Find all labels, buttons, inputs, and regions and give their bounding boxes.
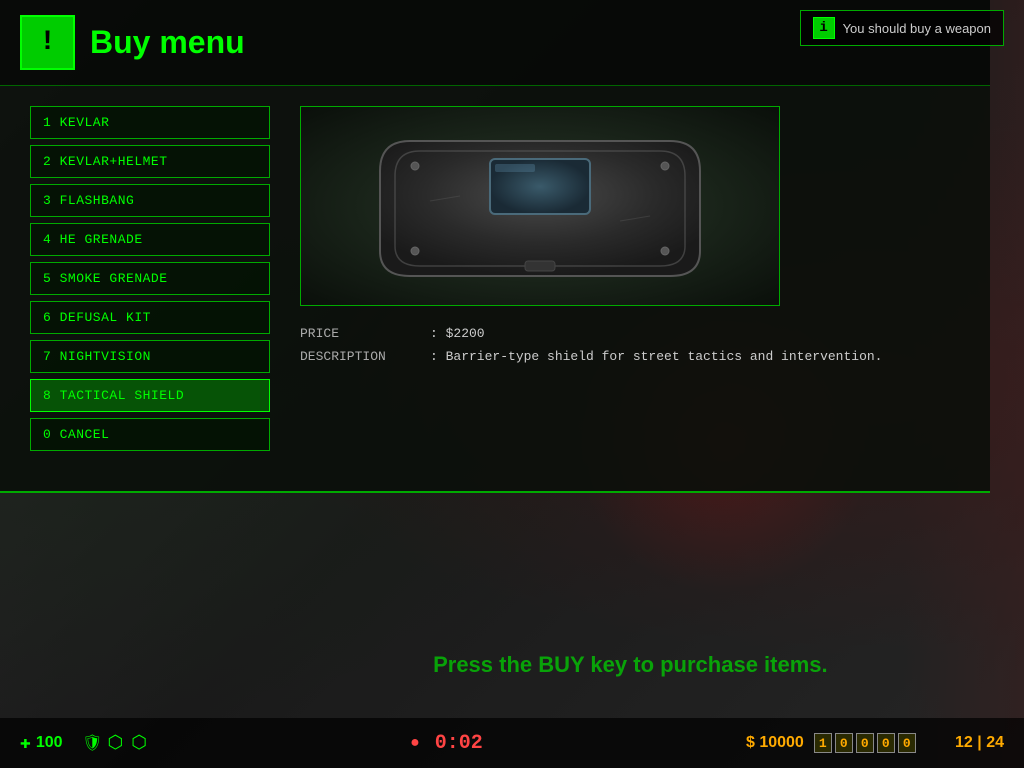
desc-value: : Barrier-type shield for street tactics… — [430, 349, 882, 364]
hud-bottom: ✚ 100 🛡 ⬡ ⬡ ● 0:02 $ 10000 1 0 0 0 0 12 … — [0, 718, 1024, 768]
price-value: : $2200 — [430, 326, 485, 341]
hud-right: $ 10000 1 0 0 0 0 12 | 24 — [746, 733, 1004, 753]
buy-menu: ! Buy menu 1 KEVLAR 2 KEVLAR+HELMET 3 FL… — [0, 0, 990, 493]
menu-item-2[interactable]: 2 KEVLAR+HELMET — [30, 145, 270, 178]
digit-3: 0 — [856, 733, 874, 753]
item-stats: PRICE : $2200 DESCRIPTION : Barrier-type… — [300, 321, 960, 377]
menu-item-3[interactable]: 3 FLASHBANG — [30, 184, 270, 217]
digit-2: 0 — [835, 733, 853, 753]
desc-label: DESCRIPTION — [300, 349, 420, 364]
health-value: 100 — [36, 734, 63, 752]
ammo-separator: | — [977, 734, 986, 751]
nade-icon: ⬡ — [131, 732, 147, 754]
round-timer: 0:02 — [435, 732, 483, 755]
menu-item-0[interactable]: 0 CANCEL — [30, 418, 270, 451]
money-display: $ 10000 — [746, 734, 804, 752]
menu-item-5[interactable]: 5 SMOKE GRENADE — [30, 262, 270, 295]
hud-center: ● 0:02 — [410, 732, 483, 755]
desc-row: DESCRIPTION : Barrier-type shield for st… — [300, 349, 960, 364]
hud-icons: ⬡ ⬡ — [107, 732, 146, 754]
kit-icon: ⬡ — [107, 732, 123, 754]
notification-icon: i — [813, 17, 835, 39]
header-icon: ! — [20, 15, 75, 70]
bomb-indicator: ● — [410, 734, 420, 752]
money-box: 1 0 0 0 0 — [814, 733, 916, 753]
digit-5: 0 — [898, 733, 916, 753]
buy-prompt: Press the BUY key to purchase items. — [433, 652, 828, 678]
menu-title: Buy menu — [90, 24, 245, 61]
ammo-reserve: 24 — [986, 734, 1004, 751]
ammo-display: 12 | 24 — [955, 734, 1004, 752]
notification-text: You should buy a weapon — [843, 21, 991, 36]
price-row: PRICE : $2200 — [300, 326, 960, 341]
menu-item-8[interactable]: 8 TACTICAL SHIELD — [30, 379, 270, 412]
menu-content: 1 KEVLAR 2 KEVLAR+HELMET 3 FLASHBANG 4 H… — [0, 86, 990, 471]
digit-4: 0 — [877, 733, 895, 753]
digit-1: 1 — [814, 733, 832, 753]
price-label: PRICE — [300, 326, 420, 341]
armor-icon: 🛡 — [82, 733, 102, 753]
item-detail: PRICE : $2200 DESCRIPTION : Barrier-type… — [300, 106, 960, 451]
tactical-shield-image — [370, 121, 710, 291]
items-list: 1 KEVLAR 2 KEVLAR+HELMET 3 FLASHBANG 4 H… — [30, 106, 270, 451]
menu-item-4[interactable]: 4 HE GRENADE — [30, 223, 270, 256]
item-image — [300, 106, 780, 306]
menu-item-7[interactable]: 7 NIGHTVISION — [30, 340, 270, 373]
ammo-primary: 12 — [955, 734, 973, 751]
notification-bar: i You should buy a weapon — [800, 10, 1004, 46]
menu-item-6[interactable]: 6 DEFUSAL KIT — [30, 301, 270, 334]
health-icon: ✚ — [20, 732, 31, 754]
menu-item-1[interactable]: 1 KEVLAR — [30, 106, 270, 139]
hud-left: ✚ 100 🛡 ⬡ ⬡ — [20, 732, 147, 754]
